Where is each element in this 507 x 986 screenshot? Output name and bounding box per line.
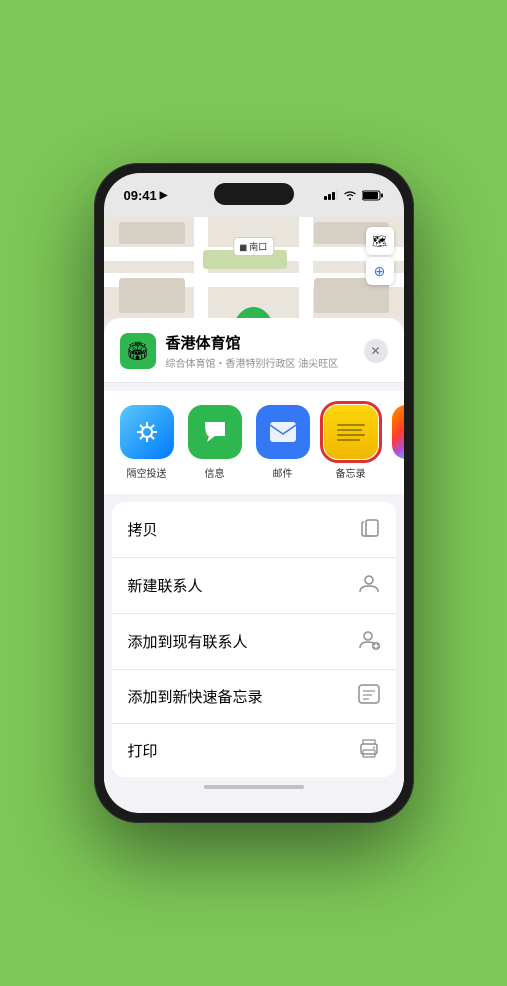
map-area[interactable]: 南口 🗺 ⊕ 🏟 香港体育馆 xyxy=(104,217,404,318)
map-background: 南口 🗺 ⊕ 🏟 香港体育馆 xyxy=(104,217,404,318)
new-contact-label: 新建联系人 xyxy=(128,575,203,596)
status-time: 09:41 ▶ xyxy=(124,188,168,203)
bottom-sheet: 🏟 香港体育馆 综合体育馆・香港特别行政区 油尖旺区 ✕ xyxy=(104,318,404,813)
venue-icon: 🏟 xyxy=(120,333,156,369)
phone-frame: 09:41 ▶ xyxy=(94,163,414,823)
messages-label: 信息 xyxy=(205,465,225,480)
add-existing-label: 添加到现有联系人 xyxy=(128,631,248,652)
time-display: 09:41 xyxy=(124,188,157,203)
share-item-notes[interactable]: 备忘录 xyxy=(324,405,378,480)
venue-subtitle: 综合体育馆・香港特别行政区 油尖旺区 xyxy=(166,355,354,370)
signal-icon xyxy=(324,190,338,200)
print-label: 打印 xyxy=(128,740,158,761)
notes-icon xyxy=(324,405,378,459)
home-bar xyxy=(204,785,304,789)
venue-header: 🏟 香港体育馆 综合体育馆・香港特别行政区 油尖旺区 ✕ xyxy=(104,318,404,383)
dynamic-island xyxy=(214,183,294,205)
notes-lines-icon xyxy=(337,424,365,441)
action-item-add-existing[interactable]: 添加到现有联系人 xyxy=(112,614,396,670)
add-existing-icon xyxy=(358,628,380,655)
venue-info: 香港体育馆 综合体育馆・香港特别行政区 油尖旺区 xyxy=(166,332,354,370)
action-item-quick-note[interactable]: 添加到新快速备忘录 xyxy=(112,670,396,724)
messages-icon xyxy=(188,405,242,459)
copy-icon xyxy=(360,516,380,543)
status-icons xyxy=(324,190,384,201)
action-item-copy[interactable]: 拷贝 xyxy=(112,502,396,558)
action-list: 拷贝 新建联系人 xyxy=(112,502,396,777)
quick-note-label: 添加到新快速备忘录 xyxy=(128,686,263,707)
wifi-icon xyxy=(343,190,357,200)
share-item-messages[interactable]: 信息 xyxy=(188,405,242,480)
map-view-button[interactable]: 🗺 xyxy=(366,227,394,255)
mail-label: 邮件 xyxy=(273,465,293,480)
share-item-airdrop[interactable]: 隔空投送 xyxy=(120,405,174,480)
map-label: 南口 xyxy=(233,237,275,256)
airdrop-label: 隔空投送 xyxy=(127,465,167,480)
share-item-mail[interactable]: 邮件 xyxy=(256,405,310,480)
home-indicator xyxy=(104,777,404,793)
location-icon: ▶ xyxy=(160,190,168,201)
close-button[interactable]: ✕ xyxy=(364,339,388,363)
share-row: 隔空投送 信息 xyxy=(104,391,404,494)
location-pin: 🏟 香港体育馆 xyxy=(231,307,276,318)
venue-name: 香港体育馆 xyxy=(166,332,354,353)
new-contact-icon xyxy=(358,572,380,599)
map-controls: 🗺 ⊕ xyxy=(366,227,394,285)
print-icon xyxy=(358,738,380,763)
location-button[interactable]: ⊕ xyxy=(366,257,394,285)
action-item-new-contact[interactable]: 新建联系人 xyxy=(112,558,396,614)
quick-note-icon xyxy=(358,684,380,709)
notes-label: 备忘录 xyxy=(336,465,366,480)
mail-icon xyxy=(256,405,310,459)
more-icon xyxy=(392,405,404,459)
copy-label: 拷贝 xyxy=(128,519,158,540)
phone-screen: 09:41 ▶ xyxy=(104,173,404,813)
action-item-print[interactable]: 打印 xyxy=(112,724,396,777)
pin-icon: 🏟 xyxy=(231,307,275,318)
share-item-more[interactable]: 更 xyxy=(392,405,404,480)
airdrop-icon xyxy=(120,405,174,459)
battery-icon xyxy=(362,190,384,201)
